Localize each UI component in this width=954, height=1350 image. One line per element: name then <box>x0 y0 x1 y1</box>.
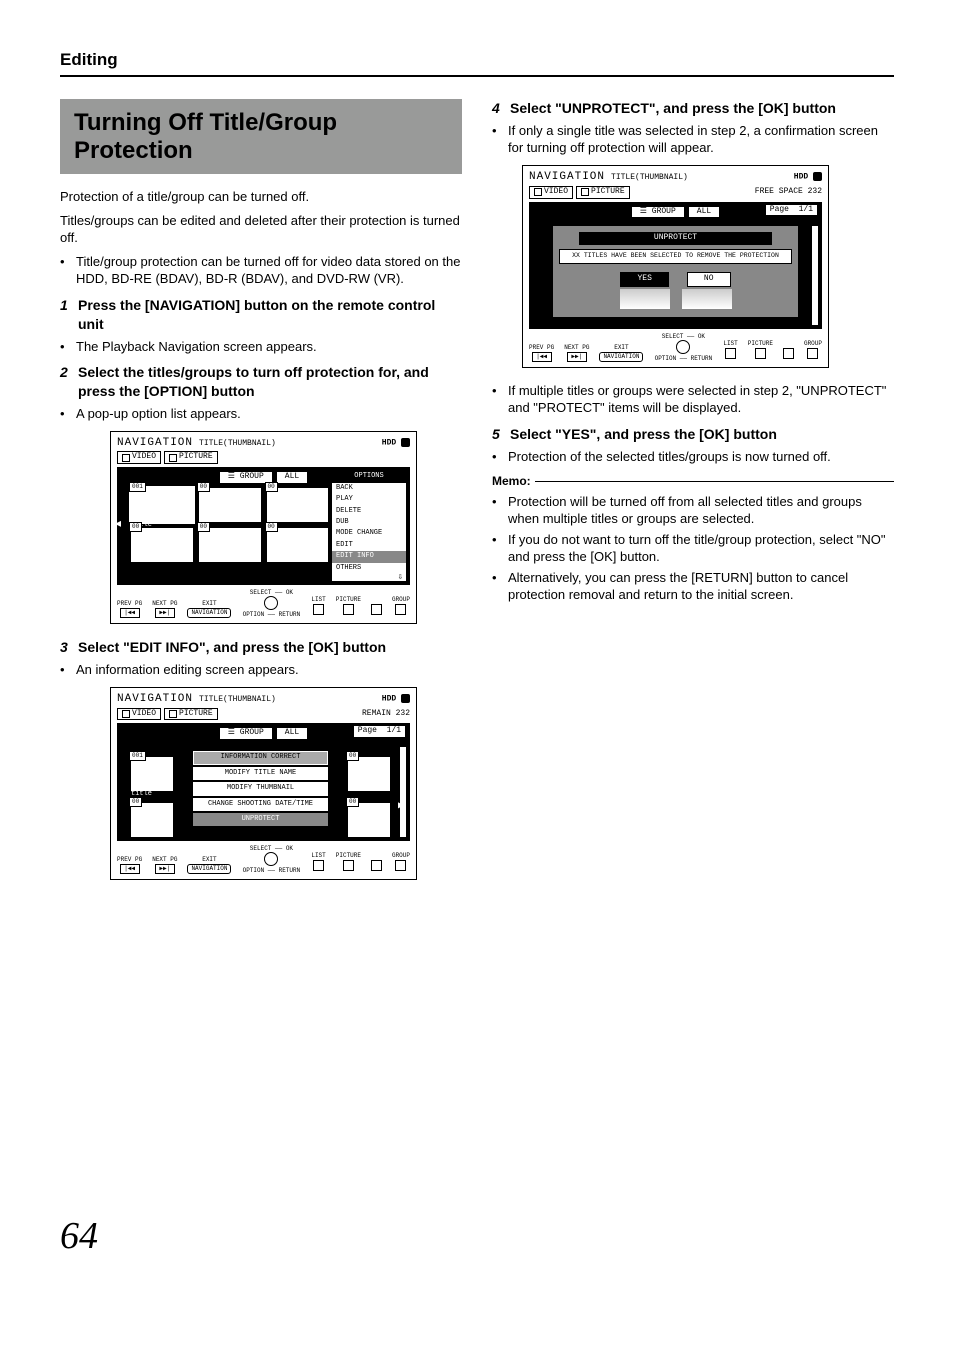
screenshot-edit-info: NAVIGATION TITLE(THUMBNAIL) HDD VIDEO PI… <box>110 687 417 881</box>
article-title: Turning Off Title/Group Protection <box>74 109 448 164</box>
options-panel[interactable]: OPTIONS BACK PLAY DELETE DUB MODE CHANGE… <box>332 471 406 581</box>
right-column: 4 Select "UNPROTECT", and press the [OK]… <box>492 99 894 894</box>
step-4-note: •If only a single title was selected in … <box>492 122 894 157</box>
step-5-note: •Protection of the selected titles/group… <box>492 448 894 466</box>
screenshot-options: NAVIGATION TITLE(THUMBNAIL) HDD VIDEO PI… <box>110 431 417 625</box>
memo-1: •Protection will be turned off from all … <box>492 493 894 528</box>
article-title-box: Turning Off Title/Group Protection <box>60 99 462 174</box>
intro-bullet: •Title/group protection can be turned of… <box>60 253 462 288</box>
options-edit-info[interactable]: EDIT INFO <box>332 551 406 562</box>
memo-2: •If you do not want to turn off the titl… <box>492 531 894 566</box>
info-modify-title[interactable]: MODIFY TITLE NAME <box>193 767 328 780</box>
memo-header: Memo: <box>492 473 894 489</box>
intro-1: Protection of a title/group can be turne… <box>60 188 462 206</box>
left-column: Turning Off Title/Group Protection Prote… <box>60 99 462 894</box>
info-change-date[interactable]: CHANGE SHOOTING DATE/TIME <box>193 798 328 811</box>
step-1: 1 Press the [NAVIGATION] button on the r… <box>60 296 462 334</box>
step-2: 2 Select the titles/groups to turn off p… <box>60 363 462 401</box>
step-1-note: •The Playback Navigation screen appears. <box>60 338 462 356</box>
no-button[interactable]: NO <box>687 272 731 287</box>
confirm-dialog: UNPROTECT XX TITLES HAVE BEEN SELECTED T… <box>553 226 798 316</box>
step-4-note2: •If multiple titles or groups were selec… <box>492 382 894 417</box>
step-2-note: •A pop-up option list appears. <box>60 405 462 423</box>
section-header: Editing <box>60 50 894 77</box>
page-number: 64 <box>60 1214 894 1258</box>
memo-3: •Alternatively, you can press the [RETUR… <box>492 569 894 604</box>
step-4: 4 Select "UNPROTECT", and press the [OK]… <box>492 99 894 118</box>
intro-2: Titles/groups can be edited and deleted … <box>60 212 462 247</box>
screenshot-confirm: NAVIGATION TITLE(THUMBNAIL) HDD VIDEO PI… <box>522 165 829 368</box>
step-3-note: •An information editing screen appears. <box>60 661 462 679</box>
info-modify-thumb[interactable]: MODIFY THUMBNAIL <box>193 782 328 795</box>
yes-button[interactable]: YES <box>620 272 668 287</box>
step-3: 3 Select "EDIT INFO", and press the [OK]… <box>60 638 462 657</box>
step-5: 5 Select "YES", and press the [OK] butto… <box>492 425 894 444</box>
info-unprotect[interactable]: UNPROTECT <box>193 813 328 826</box>
